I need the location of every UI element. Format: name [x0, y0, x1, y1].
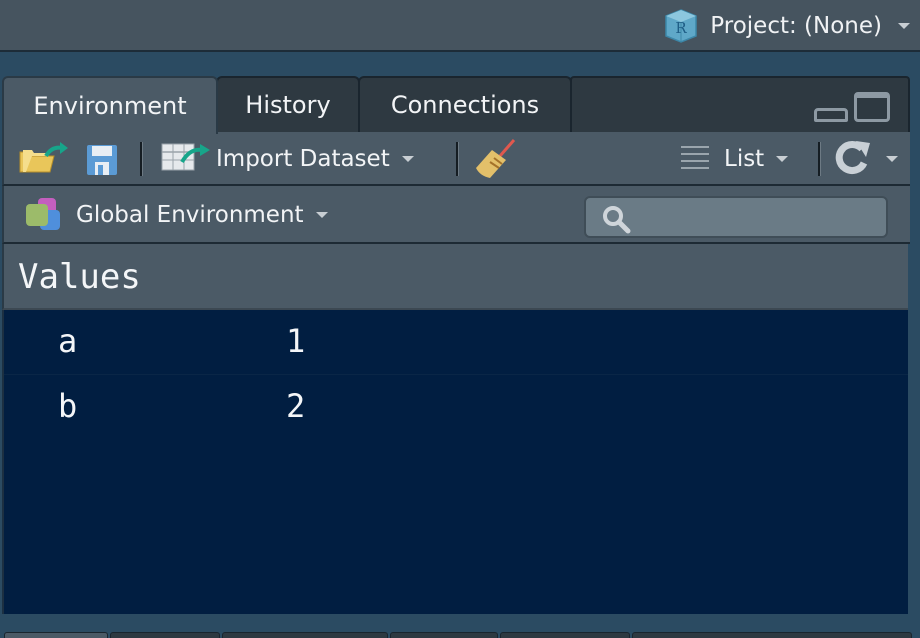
toolbar-separator — [818, 142, 821, 176]
svg-text:R: R — [676, 19, 688, 37]
open-folder-icon — [18, 142, 68, 180]
lower-pane-tab-fill — [632, 632, 912, 638]
values-table: a 1 b 2 — [2, 310, 908, 614]
values-section-header[interactable]: Values — [2, 244, 908, 310]
project-label: Project: (None) — [710, 13, 882, 39]
environment-toolbar: Import Dataset List — [2, 132, 910, 186]
toolbar-separator — [140, 142, 143, 176]
tab-strip: Environment History Connections — [2, 74, 910, 134]
maximize-pane-button[interactable] — [854, 92, 890, 122]
environment-selector-dropdown[interactable]: Global Environment — [22, 196, 328, 234]
import-table-icon — [160, 140, 212, 178]
save-disk-icon — [86, 144, 118, 180]
variable-name: a — [58, 322, 78, 360]
chevron-down-icon — [315, 212, 328, 218]
import-dataset-label: Import Dataset — [216, 146, 390, 172]
refresh-icon — [834, 139, 872, 179]
tab-connections[interactable]: Connections — [358, 76, 572, 132]
table-row[interactable]: b 2 — [4, 374, 908, 438]
table-row[interactable]: a 1 — [4, 310, 908, 374]
lower-pane-tab[interactable] — [390, 632, 498, 638]
environment-stack-icon — [22, 194, 62, 236]
lower-pane-tab[interactable] — [110, 632, 220, 638]
view-mode-dropdown[interactable]: List — [680, 140, 789, 178]
chevron-down-icon — [898, 23, 910, 29]
chevron-down-icon — [886, 156, 898, 162]
tab-label: Connections — [390, 91, 540, 119]
lower-pane-tab-strip — [0, 632, 920, 638]
tab-label: Environment — [33, 92, 187, 120]
tab-history[interactable]: History — [216, 76, 360, 132]
tab-label: History — [245, 91, 331, 119]
lower-pane-tab[interactable] — [222, 632, 388, 638]
minimize-pane-button[interactable] — [814, 108, 848, 122]
broom-icon — [474, 138, 520, 184]
environment-selector-label: Global Environment — [76, 202, 304, 228]
chevron-down-icon — [776, 156, 789, 162]
toolbar-separator — [456, 142, 459, 176]
top-bar: R Project: (None) — [0, 0, 920, 52]
variable-value: 1 — [286, 322, 306, 360]
refresh-button[interactable] — [834, 140, 898, 178]
load-workspace-button[interactable] — [18, 142, 68, 180]
lower-pane-tab[interactable] — [500, 632, 630, 638]
search-icon — [600, 204, 636, 238]
clear-workspace-button[interactable] — [474, 138, 520, 184]
variable-name: b — [58, 387, 78, 425]
environment-pane: Environment History Connections Import D… — [2, 74, 910, 616]
environment-selector-bar: Global Environment — [2, 186, 910, 244]
import-dataset-button[interactable]: Import Dataset — [160, 140, 414, 178]
r-project-icon: R — [662, 8, 700, 44]
list-lines-icon — [680, 144, 710, 174]
tab-environment[interactable]: Environment — [2, 76, 218, 134]
chevron-down-icon — [401, 156, 414, 162]
variable-value: 2 — [286, 387, 306, 425]
pane-window-controls — [814, 92, 890, 122]
lower-pane-tab[interactable] — [4, 632, 108, 638]
project-menu[interactable]: R Project: (None) — [662, 8, 910, 44]
view-mode-label: List — [724, 146, 765, 172]
save-workspace-button[interactable] — [86, 144, 118, 180]
environment-search-input[interactable] — [636, 202, 880, 232]
environment-search-field[interactable] — [584, 196, 888, 238]
values-section-label: Values — [18, 257, 141, 297]
